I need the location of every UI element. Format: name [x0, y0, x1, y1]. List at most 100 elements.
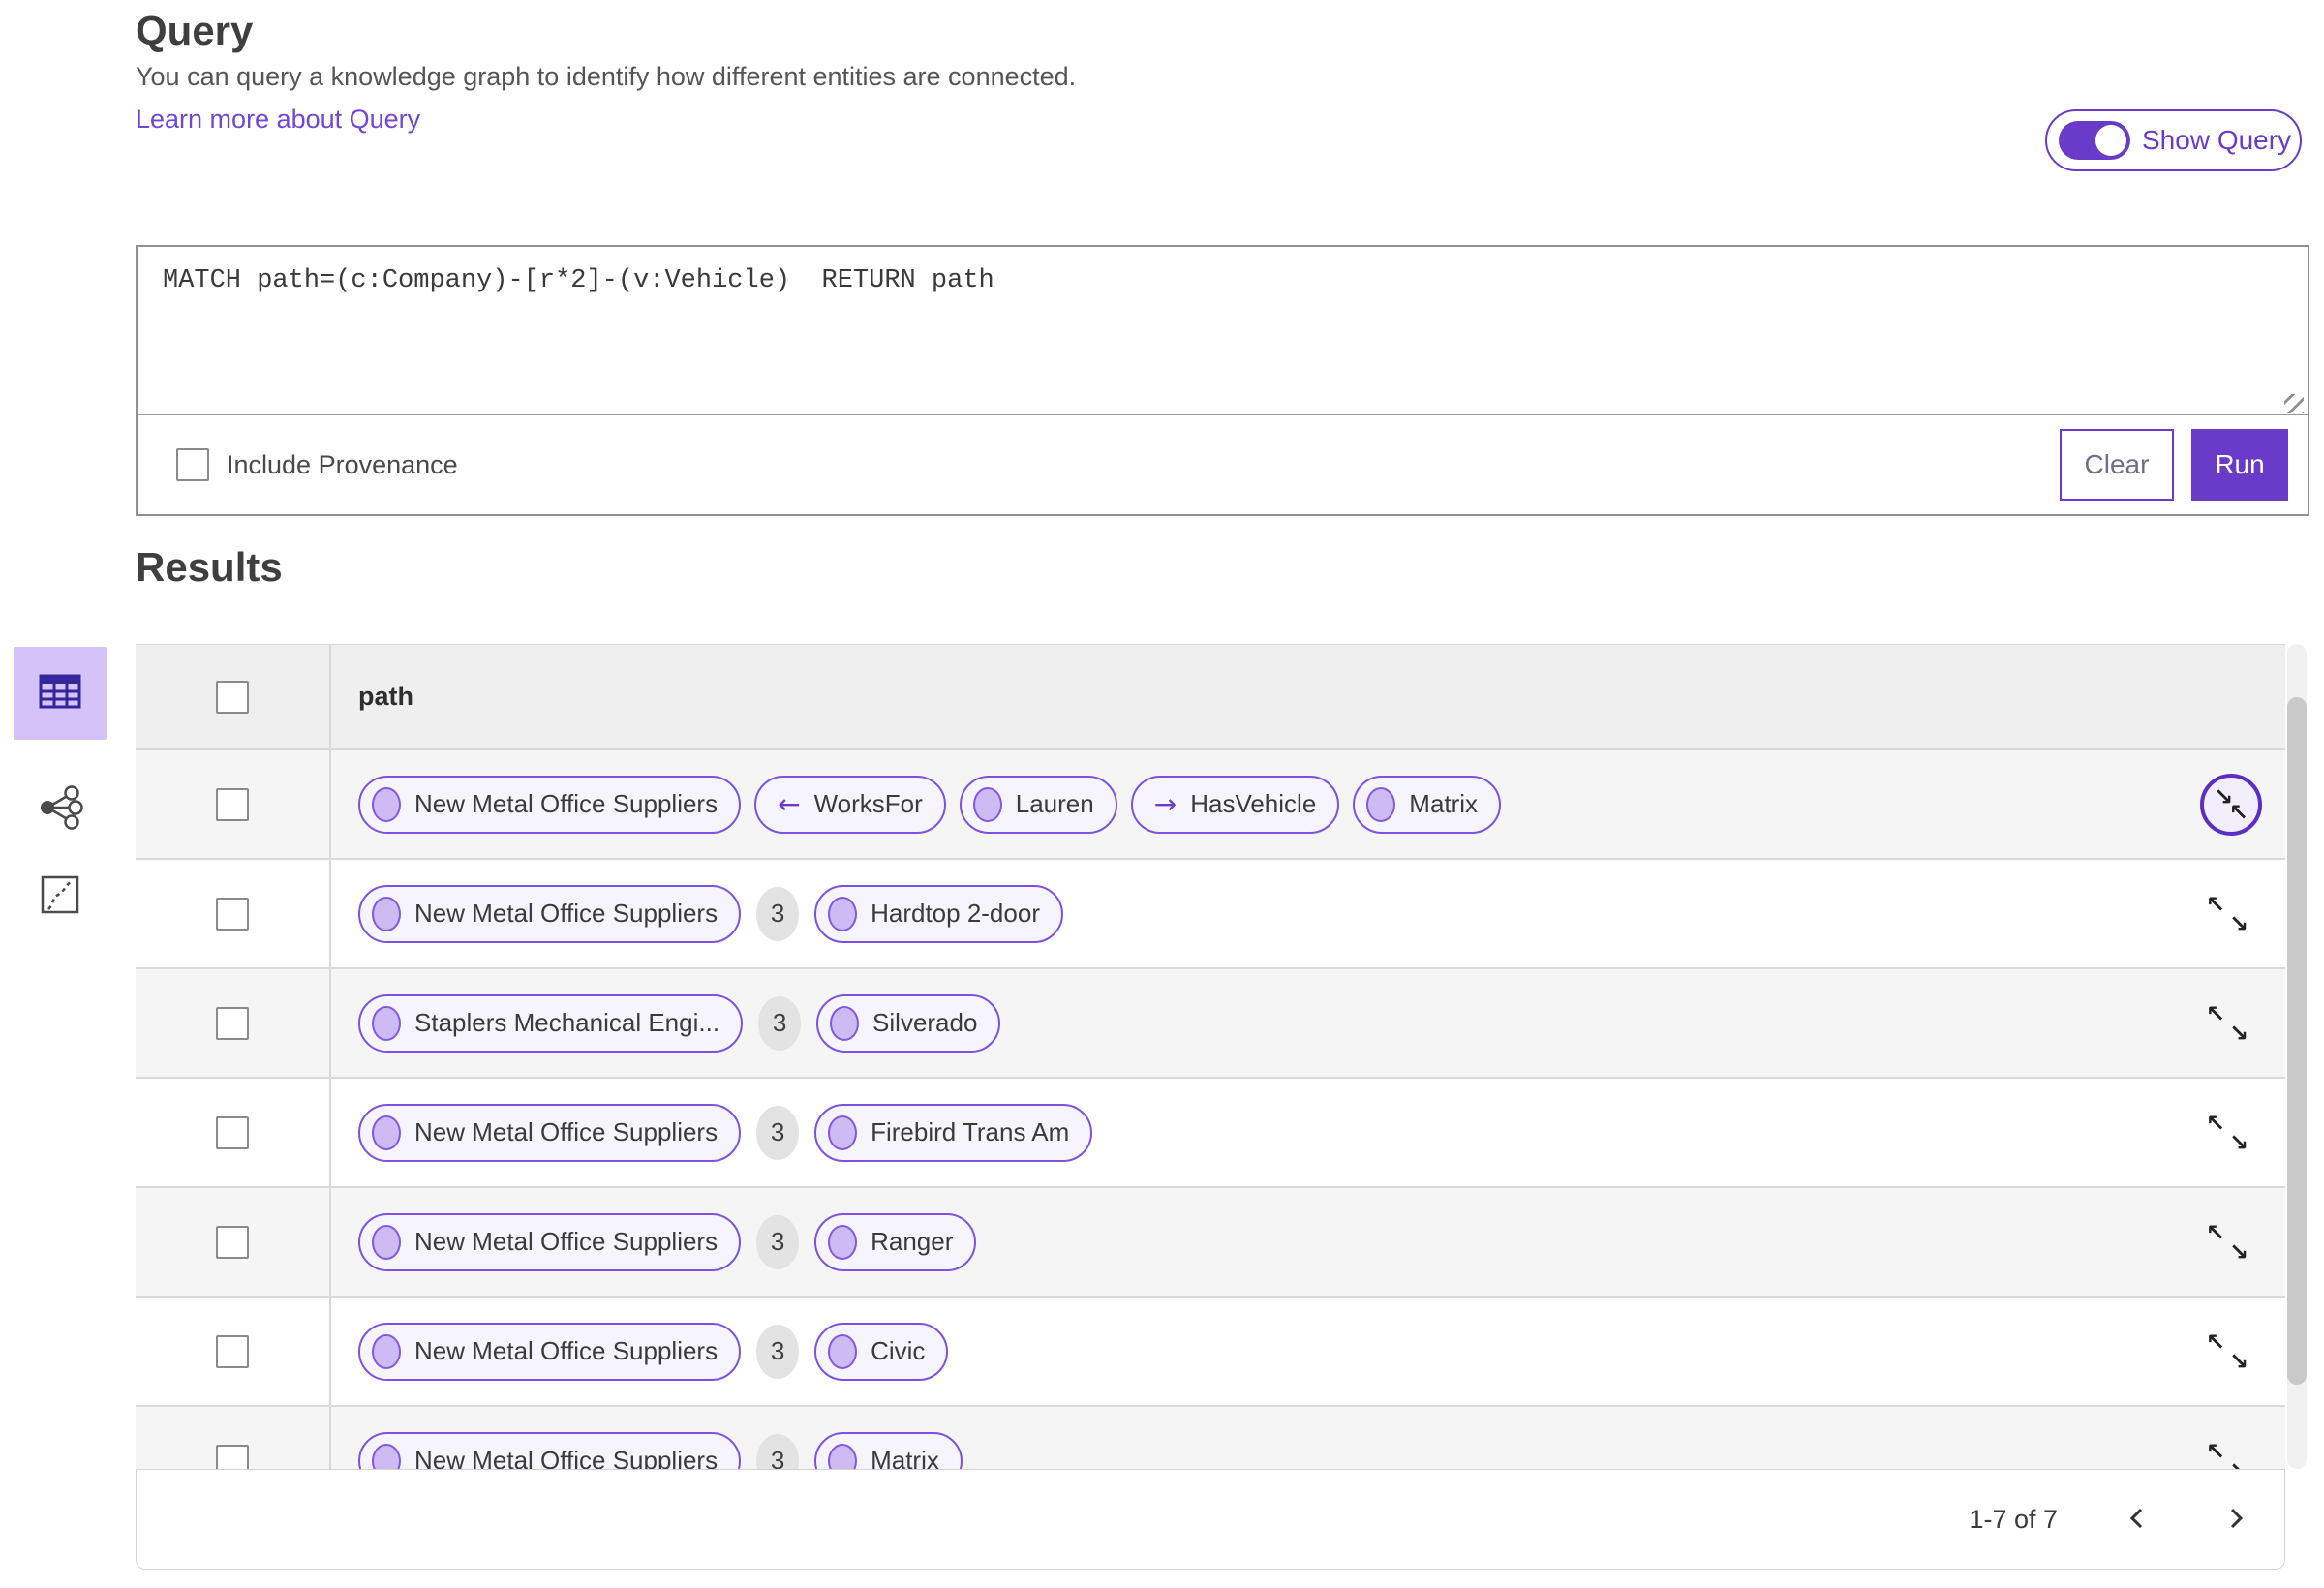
- path-cell: New Metal Office Suppliers 3 Civic ↖ ↘: [329, 1298, 2285, 1405]
- path-cell: New Metal Office Suppliers 3 Matrix ↖↘: [329, 1407, 2285, 1469]
- query-panel-footer: Include Provenance Clear Run: [138, 414, 2308, 514]
- entity-label: New Metal Office Suppliers: [414, 1117, 719, 1146]
- entity-node-icon: [372, 1005, 401, 1041]
- next-page-button[interactable]: [2217, 1500, 2255, 1539]
- row-checkbox[interactable]: [216, 1006, 249, 1040]
- entity-label: Staplers Mechanical Engi...: [414, 1008, 720, 1037]
- run-button[interactable]: Run: [2191, 429, 2288, 501]
- row-checkbox[interactable]: [216, 1115, 249, 1149]
- collapsed-relationships-count[interactable]: 3: [756, 1214, 800, 1269]
- arrow-outward-icon: ↖: [2206, 1218, 2226, 1246]
- arrow-left-icon: ←: [778, 787, 801, 820]
- entity-node-icon: [828, 1333, 858, 1369]
- table-row: New Metal Office Suppliers ← WorksFor Laure…: [136, 750, 2285, 860]
- graph-view-button[interactable]: [14, 763, 107, 856]
- table-row: New Metal Office Suppliers 3 Hardtop 2-doo…: [136, 860, 2285, 969]
- row-checkbox[interactable]: [216, 1225, 249, 1259]
- learn-more-link[interactable]: Learn more about Query: [136, 105, 420, 135]
- entity-label: Civic: [871, 1336, 926, 1365]
- query-input[interactable]: MATCH path=(c:Company)-[r*2]-(v:Vehicle)…: [138, 247, 2308, 414]
- toggle-on-icon[interactable]: [2059, 121, 2130, 160]
- expand-row-button[interactable]: ↖↘: [2204, 1000, 2250, 1047]
- entity-pill[interactable]: Firebird Trans Am: [814, 1103, 1093, 1162]
- map-icon: [38, 872, 82, 922]
- arrow-outward-icon: ↖: [2206, 1109, 2226, 1137]
- arrow-outward-icon: ↖: [2206, 1437, 2226, 1465]
- expand-row-button[interactable]: ↖↘: [2204, 1438, 2250, 1470]
- include-provenance-checkbox[interactable]: [176, 448, 209, 481]
- expand-row-button[interactable]: ↖↘: [2204, 891, 2250, 937]
- path-cell: New Metal Office Suppliers ← WorksFor Laure…: [329, 750, 2285, 858]
- collapsed-relationships-count[interactable]: 3: [756, 886, 800, 941]
- entity-pill[interactable]: Matrix: [814, 1431, 963, 1469]
- select-all-checkbox[interactable]: [216, 680, 249, 714]
- relationship-pill[interactable]: ← WorksFor: [754, 775, 946, 834]
- table-row: New Metal Office Suppliers 3 Matrix ↖↘: [136, 1407, 2285, 1469]
- row-checkbox[interactable]: [216, 1444, 249, 1469]
- entity-label: Silverado: [872, 1008, 978, 1037]
- entity-label: Hardtop 2-door: [871, 899, 1040, 928]
- collapse-row-button[interactable]: ↘ ↖: [2200, 773, 2262, 836]
- table-row: Staplers Mechanical Engi... 3 Silverado ↖ ↘: [136, 969, 2285, 1079]
- column-header-path: path: [358, 682, 413, 711]
- path-cell: New Metal Office Suppliers 3 Hardtop 2-doo…: [329, 860, 2285, 967]
- entity-pill[interactable]: New Metal Office Suppliers: [358, 884, 742, 943]
- row-checkbox-cell: [136, 860, 329, 967]
- entity-pill[interactable]: Silverado: [816, 993, 1001, 1053]
- query-description: You can query a knowledge graph to ident…: [136, 62, 1077, 91]
- show-query-toggle[interactable]: Show Query: [2045, 109, 2302, 171]
- arrow-outward-icon: ↘: [2228, 1128, 2248, 1156]
- row-checkbox[interactable]: [216, 787, 249, 821]
- relationship-pill[interactable]: → HasVehicle: [1130, 775, 1340, 834]
- entity-node-icon: [828, 1443, 858, 1469]
- row-checkbox[interactable]: [216, 1334, 249, 1368]
- entity-node-icon: [828, 1115, 858, 1150]
- entity-node-icon: [372, 786, 401, 822]
- table-icon: [37, 668, 83, 719]
- entity-label: New Metal Office Suppliers: [414, 1336, 719, 1365]
- entity-pill[interactable]: Matrix: [1353, 775, 1502, 834]
- scrollbar-thumb[interactable]: [2287, 697, 2307, 1385]
- collapsed-relationships-count[interactable]: 3: [756, 1324, 800, 1379]
- entity-pill[interactable]: Staplers Mechanical Engi...: [358, 993, 744, 1053]
- entity-pill[interactable]: New Metal Office Suppliers: [358, 1431, 742, 1469]
- table-view-button[interactable]: [14, 647, 107, 740]
- entity-node-icon: [1366, 786, 1396, 822]
- results-section-title: Results: [136, 544, 283, 590]
- entity-pill[interactable]: Ranger: [814, 1212, 977, 1271]
- arrow-outward-icon: ↖: [2206, 1328, 2226, 1356]
- query-panel: MATCH path=(c:Company)-[r*2]-(v:Vehicle)…: [136, 245, 2309, 516]
- entity-pill[interactable]: Hardtop 2-door: [814, 884, 1063, 943]
- pagination-range-label: 1-7 of 7: [1969, 1504, 2058, 1534]
- expand-row-button[interactable]: ↖↘: [2204, 1328, 2250, 1375]
- query-section-title: Query: [136, 8, 254, 53]
- entity-label: Firebird Trans Am: [871, 1117, 1070, 1146]
- entity-pill[interactable]: Lauren: [959, 775, 1117, 834]
- entity-pill[interactable]: New Metal Office Suppliers: [358, 1103, 742, 1162]
- collapsed-relationships-count[interactable]: 3: [758, 995, 802, 1051]
- chevron-right-icon: [2222, 1505, 2249, 1535]
- map-view-button[interactable]: [14, 850, 107, 943]
- entity-pill[interactable]: New Metal Office Suppliers: [358, 775, 742, 834]
- entity-node-icon: [830, 1005, 860, 1041]
- clear-button[interactable]: Clear: [2060, 429, 2174, 501]
- entity-pill[interactable]: New Metal Office Suppliers: [358, 1212, 742, 1271]
- entity-node-icon: [372, 1443, 401, 1469]
- collapsed-relationships-count[interactable]: 3: [756, 1105, 800, 1160]
- entity-node-icon: [372, 1333, 401, 1369]
- entity-pill[interactable]: Civic: [814, 1322, 949, 1381]
- entity-pill[interactable]: New Metal Office Suppliers: [358, 1322, 742, 1381]
- expand-row-button[interactable]: ↖↘: [2204, 1110, 2250, 1156]
- arrow-outward-icon: ↘: [2229, 1459, 2248, 1470]
- arrow-outward-icon: ↘: [2228, 1019, 2248, 1047]
- row-checkbox[interactable]: [216, 897, 249, 931]
- row-checkbox-cell: [136, 1079, 329, 1186]
- results-table-header: path: [136, 644, 2285, 750]
- arrow-outward-icon: ↘: [2228, 909, 2248, 937]
- expand-row-button[interactable]: ↖↘: [2204, 1219, 2250, 1266]
- collapsed-relationships-count[interactable]: 3: [756, 1433, 800, 1469]
- resize-grip-icon[interactable]: [2284, 394, 2304, 413]
- previous-page-button[interactable]: [2118, 1500, 2156, 1539]
- arrow-right-icon: →: [1153, 787, 1177, 820]
- vertical-scrollbar[interactable]: [2287, 644, 2307, 1469]
